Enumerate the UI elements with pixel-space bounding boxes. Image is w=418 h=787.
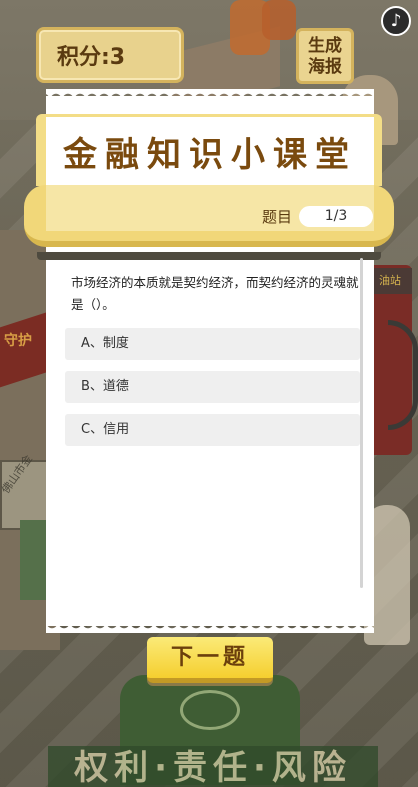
score-label: 积分:3 <box>57 45 126 70</box>
fuel-pump-sign: 油站 <box>368 268 412 294</box>
progress-label: 题目 <box>262 208 293 226</box>
generate-poster-button[interactable]: 生成 海报 <box>296 28 354 84</box>
poster-button-line1: 生成 <box>308 36 342 56</box>
emblem-logo <box>180 690 240 730</box>
header-shadow <box>37 252 381 260</box>
quiz-title: 金融知识小课堂 <box>63 134 357 175</box>
score-display: 积分:3 <box>36 27 184 83</box>
answer-option-b[interactable]: B、道德 <box>65 371 360 403</box>
worker-illustration <box>262 0 296 40</box>
answer-option-c[interactable]: C、信用 <box>65 414 360 446</box>
question-text: 市场经济的本质就是契约经济，而契约经济的灵魂就是（）。 <box>71 275 359 312</box>
scrollbar[interactable] <box>360 258 363 588</box>
emblem-slogan: 权利·责任·风险 <box>48 746 378 787</box>
next-question-button[interactable]: 下一题 <box>147 637 273 683</box>
fuel-hose <box>388 320 418 430</box>
music-note-icon: ♪ <box>390 11 402 31</box>
answer-option-a[interactable]: A、制度 <box>65 328 360 360</box>
progress-indicator: 1/3 <box>299 206 373 227</box>
poster-button-line2: 海报 <box>308 57 342 77</box>
music-toggle-button[interactable]: ♪ <box>381 6 411 36</box>
banner-text: 守护 <box>4 333 32 349</box>
quiz-title-box: 金融知识小课堂 <box>46 117 374 185</box>
